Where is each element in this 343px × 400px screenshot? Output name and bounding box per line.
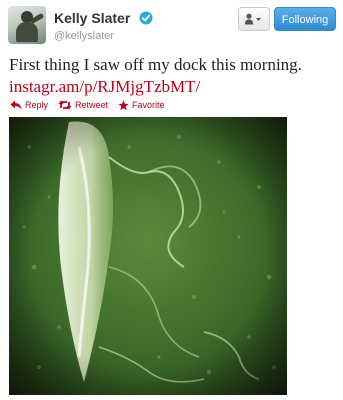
photo-vignette xyxy=(9,117,287,395)
favorite-action[interactable]: Favorite xyxy=(118,99,165,111)
tweet-link[interactable]: instagr.am/p/RJMjgTzbMT/ xyxy=(9,76,200,98)
following-button[interactable]: Following xyxy=(274,7,336,31)
tweet-header: Kelly Slater @kellyslater Following xyxy=(0,0,343,52)
retweet-label: Retweet xyxy=(75,100,109,110)
retweet-icon xyxy=(58,101,72,109)
tweet-photo[interactable] xyxy=(9,117,287,395)
user-dropdown-icon xyxy=(244,13,261,25)
verified-badge-icon xyxy=(139,11,153,25)
reply-arrow-icon xyxy=(10,100,22,110)
tweet-actions: Reply Retweet Favorite xyxy=(10,98,175,112)
user-avatar[interactable] xyxy=(8,6,46,44)
user-full-name[interactable]: Kelly Slater xyxy=(54,10,130,26)
star-icon xyxy=(118,99,129,110)
reply-action[interactable]: Reply xyxy=(10,100,48,110)
user-actions-dropdown-button[interactable] xyxy=(238,7,270,31)
user-screen-name: @kellyslater xyxy=(54,30,115,42)
reply-label: Reply xyxy=(25,100,49,110)
tweet-text: First thing I saw off my dock this morni… xyxy=(9,55,302,74)
avatar-figure-body xyxy=(16,22,38,42)
user-name-block[interactable]: Kelly Slater @kellyslater xyxy=(54,9,153,42)
retweet-action[interactable]: Retweet xyxy=(58,100,108,110)
favorite-label: Favorite xyxy=(132,100,165,110)
